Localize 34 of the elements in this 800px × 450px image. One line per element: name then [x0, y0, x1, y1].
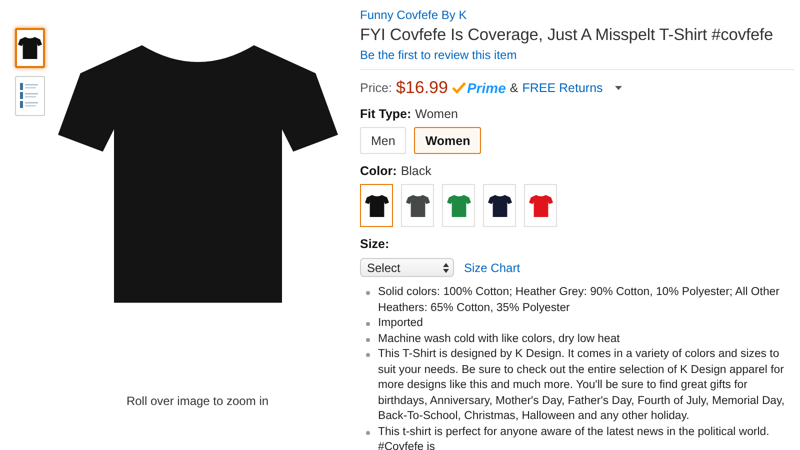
feature-bullet: Imported — [378, 317, 423, 329]
fit-type-option[interactable]: Men — [360, 127, 406, 154]
updown-arrow-icon — [443, 262, 449, 272]
review-link[interactable]: Be the first to review this item — [360, 48, 517, 62]
color-value: Black — [400, 164, 432, 178]
bullet-icon — [366, 353, 370, 357]
fit-type-option[interactable]: Women — [414, 127, 482, 154]
dropdown-caret-icon[interactable] — [614, 86, 622, 90]
bullet-icon — [366, 338, 370, 342]
bullet-icon — [366, 430, 370, 434]
bullet-icon — [366, 291, 370, 295]
brand-link[interactable]: Funny Covfefe By K — [360, 8, 467, 22]
product-title: FYI Covfefe Is Coverage, Just A Misspelt T-Shirt #covfefe — [360, 26, 774, 45]
zoom-hint: Roll over image to zoom in — [126, 394, 269, 408]
size-label: Size: — [360, 237, 390, 251]
price: $16.99 — [396, 78, 448, 98]
thumbnail[interactable] — [15, 28, 45, 68]
prime-logo: Prime — [466, 80, 506, 96]
fit-type-value: Women — [415, 107, 458, 121]
color-label: Color: — [360, 164, 397, 178]
feature-bullet: Machine wash cold with like colors, dry low heat — [378, 332, 620, 344]
checkmark-icon — [452, 82, 466, 94]
size-chart-link[interactable]: Size Chart — [464, 260, 520, 274]
color-swatch[interactable] — [360, 184, 393, 227]
ampersand: & — [510, 81, 518, 95]
bullet-icon — [366, 322, 370, 326]
feature-bullet: Solid colors: 100% Cotton; Heather Grey: 90% Cotton, 10% Polyester; All Other Heathers: 65% Cotton, 35% Polyester — [378, 286, 780, 314]
thumbnail[interactable] — [15, 76, 45, 116]
free-returns-link[interactable]: FREE Returns — [522, 81, 603, 95]
feature-bullet: This T-Shirt is designed by K Design. It comes in a variety of colors and sizes to suit your needs. Be sure to check out the entire selection of K Design apparel for more designs like this and much more. You'll be sure to find great gifts for birthdays, Anniversary, Mother's Day, Father's Day, Fourth of July, Memorial Day, Back-To-School, Christmas, Halloween and any other holiday. — [378, 348, 785, 422]
price-label: Price: — [360, 81, 392, 95]
fit-type-label: Fit Type: — [360, 107, 412, 121]
feature-bullet: This t-shirt is perfect for anyone aware of the latest news in the political world. #Covfefe is — [378, 426, 770, 450]
size-select[interactable]: Select — [360, 258, 454, 277]
